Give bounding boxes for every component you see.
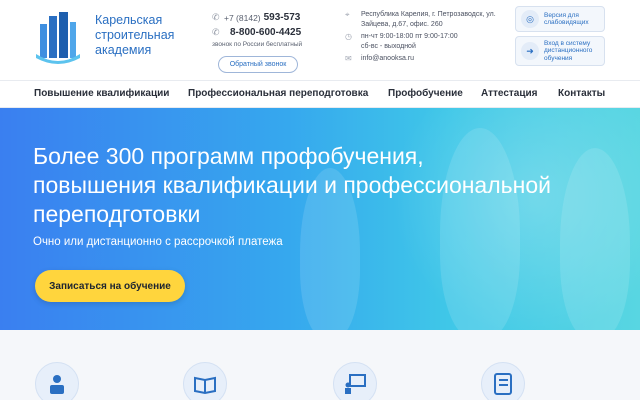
phone-free[interactable]: 8-800-600-4425 bbox=[230, 27, 301, 38]
hero-subtitle: Очно или дистанционно с рассрочкой плате… bbox=[33, 236, 283, 248]
hero-title-line-1: Более 300 программ профобучения, bbox=[33, 143, 424, 169]
phone-icon: ✆ bbox=[212, 27, 220, 37]
nav-item-attestation[interactable]: Аттестация bbox=[481, 88, 537, 99]
address-text: Республика Карелия, г. Петрозаводск, ул.… bbox=[361, 11, 496, 28]
clock-icon: ◷ bbox=[345, 32, 352, 41]
academy-logo[interactable] bbox=[34, 10, 82, 66]
mail-icon: ✉ bbox=[345, 54, 352, 63]
hero-title-line-3: переподготовки bbox=[33, 201, 201, 227]
login-icon: ➜ bbox=[521, 42, 539, 60]
brand-line-2: строительная bbox=[95, 28, 175, 42]
brand-line-3: академия bbox=[95, 43, 152, 57]
nav-item-qualification[interactable]: Повышение квалификации bbox=[34, 88, 169, 99]
phone-block: ✆ +7 (8142) 593-573 ✆ 8-800-600-4425 bbox=[212, 10, 322, 40]
callback-button[interactable]: Обратный звонок bbox=[218, 56, 298, 73]
brand-line-1: Карельская bbox=[95, 13, 163, 27]
phone-note: звонок по России бесплатный bbox=[212, 41, 303, 48]
distance-login-button[interactable]: ➜ Вход в систему дистанционного обучения bbox=[515, 36, 605, 66]
accessible-version-button[interactable]: ◎ Версия для слабовидящих bbox=[515, 6, 605, 32]
location-icon: ⌖ bbox=[345, 10, 350, 19]
hero-banner: Более 300 программ профобучения, повышен… bbox=[0, 108, 640, 330]
phone-icon: ✆ bbox=[212, 12, 220, 22]
checklist-icon bbox=[481, 362, 525, 400]
site-header: Карельская строительная академия ✆ +7 (8… bbox=[0, 0, 640, 80]
glasses-icon: ◎ bbox=[521, 10, 539, 28]
phone-local[interactable]: 593-573 bbox=[264, 12, 301, 23]
distance-login-label: Вход в систему дистанционного обучения bbox=[544, 39, 593, 62]
main-nav: Повышение квалификации Профессиональная … bbox=[0, 80, 640, 108]
presentation-icon bbox=[333, 362, 377, 400]
phone-code: +7 (8142) bbox=[224, 12, 261, 23]
contact-block: ⌖ Республика Карелия, г. Петрозаводск, у… bbox=[345, 10, 505, 66]
hours-weekend: сб-вс - выходной bbox=[361, 43, 416, 50]
email-link[interactable]: info@anooksa.ru bbox=[361, 54, 505, 64]
enroll-button[interactable]: Записаться на обучение bbox=[35, 270, 185, 302]
accessible-version-label: Версия для слабовидящих bbox=[544, 11, 589, 27]
nav-item-retraining[interactable]: Профессиональная переподготовка bbox=[188, 88, 368, 99]
brand-name[interactable]: Карельская строительная академия bbox=[95, 13, 174, 58]
hero-title-line-2: повышения квалификации и профессионально… bbox=[33, 172, 551, 198]
hours-weekdays: пн-чт 9:00-18:00 пт 9:00-17:00 bbox=[361, 33, 458, 40]
book-icon bbox=[183, 362, 227, 400]
hero-title: Более 300 программ профобучения, повышен… bbox=[33, 142, 593, 229]
page: { "header": { "brand_lines": ["Карельска… bbox=[0, 0, 640, 400]
teacher-computer-icon bbox=[35, 362, 79, 400]
nav-item-contacts[interactable]: Контакты bbox=[558, 88, 605, 99]
nav-item-vocational[interactable]: Профобучение bbox=[388, 88, 463, 99]
features-section bbox=[0, 330, 640, 400]
